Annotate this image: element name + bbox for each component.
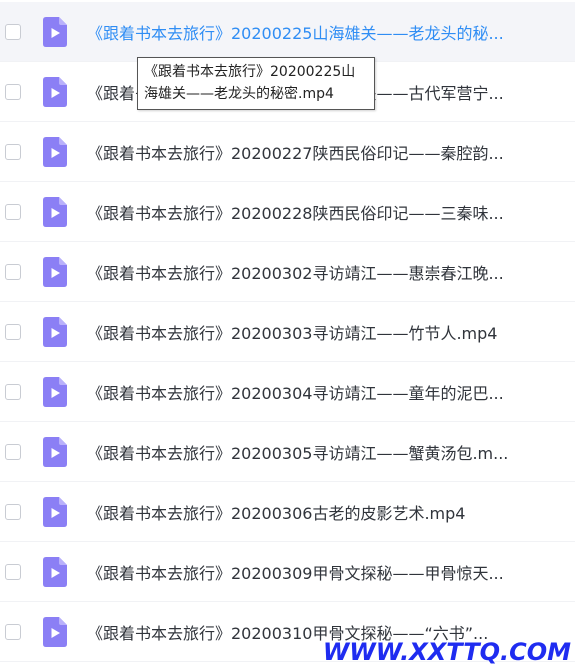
file-row[interactable]: 《跟着书本去旅行》20200305寻访靖江——蟹黄汤包.m... (0, 422, 575, 482)
filename-tooltip: 《跟着书本去旅行》20200225山海雄关——老龙头的秘密.mp4 (137, 57, 375, 110)
video-file-icon (43, 556, 67, 587)
file-name[interactable]: 《跟着书本去旅行》20200306古老的皮影艺术.mp4 (87, 500, 553, 524)
file-name[interactable]: 《跟着书本去旅行》20200305寻访靖江——蟹黄汤包.m... (87, 440, 553, 464)
file-select-checkbox[interactable] (5, 143, 21, 160)
file-row[interactable]: 《跟着书本去旅行》20200303寻访靖江——竹节人.mp4 (0, 302, 575, 362)
file-select-checkbox[interactable] (5, 623, 21, 640)
file-name[interactable]: 《跟着书本去旅行》20200228陕西民俗印记——三秦味... (87, 200, 553, 224)
video-file-icon (43, 196, 67, 227)
file-select-checkbox[interactable] (5, 383, 21, 400)
file-name[interactable]: 《跟着书本去旅行》20200303寻访靖江——竹节人.mp4 (87, 320, 553, 344)
file-row[interactable]: 《跟着书本去旅行》20200227陕西民俗印记——秦腔韵... (0, 122, 575, 182)
site-watermark: WWW.XXTTQ.COM (322, 638, 571, 666)
file-row[interactable]: 《跟着书本去旅行》20200306古老的皮影艺术.mp4 (0, 482, 575, 542)
video-file-icon (43, 496, 67, 527)
file-row[interactable]: 《跟着书本去旅行》20200228陕西民俗印记——三秦味... (0, 182, 575, 242)
video-file-icon (43, 136, 67, 167)
video-file-icon (43, 316, 67, 347)
file-row[interactable]: 《跟着书本去旅行》20200304寻访靖江——童年的泥巴... (0, 362, 575, 422)
file-select-checkbox[interactable] (5, 563, 21, 580)
video-file-icon (43, 616, 67, 647)
video-file-icon (43, 76, 67, 107)
file-name[interactable]: 《跟着书本去旅行》20200302寻访靖江——惠崇春江晚... (87, 260, 553, 284)
file-name[interactable]: 《跟着书本去旅行》20200309甲骨文探秘——甲骨惊天... (87, 560, 553, 584)
file-select-checkbox[interactable] (5, 23, 21, 40)
file-select-checkbox[interactable] (5, 443, 21, 460)
video-file-icon (43, 16, 67, 47)
file-select-checkbox[interactable] (5, 263, 21, 280)
file-row[interactable]: 《跟着书本去旅行》20200309甲骨文探秘——甲骨惊天... (0, 542, 575, 602)
file-select-checkbox[interactable] (5, 83, 21, 100)
file-select-checkbox[interactable] (5, 323, 21, 340)
video-file-icon (43, 376, 67, 407)
file-name[interactable]: 《跟着书本去旅行》20200227陕西民俗印记——秦腔韵... (87, 140, 553, 164)
file-select-checkbox[interactable] (5, 203, 21, 220)
video-file-icon (43, 256, 67, 287)
file-name[interactable]: 《跟着书本去旅行》20200225山海雄关——老龙头的秘... (87, 20, 553, 44)
video-file-icon (43, 436, 67, 467)
file-select-checkbox[interactable] (5, 503, 21, 520)
file-row[interactable]: 《跟着书本去旅行》20200225山海雄关——老龙头的秘... (0, 2, 575, 62)
file-row[interactable]: 《跟着书本去旅行》20200302寻访靖江——惠崇春江晚... (0, 242, 575, 302)
file-name[interactable]: 《跟着书本去旅行》20200304寻访靖江——童年的泥巴... (87, 380, 553, 404)
